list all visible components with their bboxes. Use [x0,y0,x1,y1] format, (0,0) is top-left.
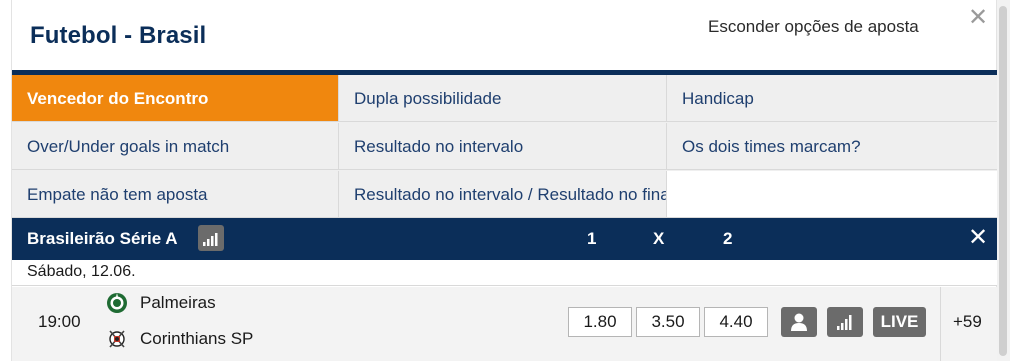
market-tab-empate-anula[interactable]: Empate não tem aposta [12,171,339,218]
home-team[interactable]: Palmeiras [106,292,306,316]
market-tab-intervalo[interactable]: Resultado no intervalo [339,123,667,170]
column-header-draw: X [653,229,665,248]
match-stats-icon[interactable] [827,307,863,337]
odd-home-button[interactable]: 1.80 [568,307,632,337]
hide-bet-options-link[interactable]: Esconder opções de aposta [708,17,919,37]
home-team-name: Palmeiras [140,293,216,312]
market-tab-empty [667,171,997,218]
row-divider [940,287,941,361]
corinthians-crest-icon [106,328,128,350]
market-tab-dupla[interactable]: Dupla possibilidade [339,75,667,122]
market-tab-over-under[interactable]: Over/Under goals in match [12,123,339,170]
match-date: Sábado, 12.06. [12,260,997,286]
odd-away-button[interactable]: 4.40 [704,307,768,337]
market-tab-intervalo-final[interactable]: Resultado no intervalo / Resultado no fi… [339,171,667,218]
league-header: Brasileirão Série A 1 X 2 ✕ [12,218,997,260]
market-tab-handicap[interactable]: Handicap [667,75,997,122]
close-league-icon[interactable]: ✕ [968,224,988,252]
league-name: Brasileirão Série A [27,229,178,248]
market-tab-ambos-marcam[interactable]: Os dois times marcam? [667,123,997,170]
more-markets-link[interactable]: +59 [953,312,982,332]
market-tab-vencedor[interactable]: Vencedor do Encontro [12,75,339,122]
stats-icon[interactable] [198,225,224,251]
odd-draw-button[interactable]: 3.50 [636,307,700,337]
away-team[interactable]: Corinthians SP [106,328,306,352]
live-button[interactable]: LIVE [873,307,926,337]
column-header-home: 1 [587,229,597,248]
column-header-away: 2 [723,229,733,248]
page-title: Futebol - Brasil [30,22,207,49]
lineup-icon[interactable] [781,307,817,337]
palmeiras-crest-icon [106,292,128,314]
match-row[interactable]: 19:00 Palmeiras Corinthians SP 1.80 3.50… [12,287,997,361]
market-grid: Vencedor do Encontro Dupla possibilidade… [12,75,997,218]
match-time: 19:00 [38,312,81,331]
close-icon[interactable]: ✕ [968,6,988,30]
scrollbar-thumb[interactable] [999,6,1007,356]
away-team-name: Corinthians SP [140,329,254,348]
